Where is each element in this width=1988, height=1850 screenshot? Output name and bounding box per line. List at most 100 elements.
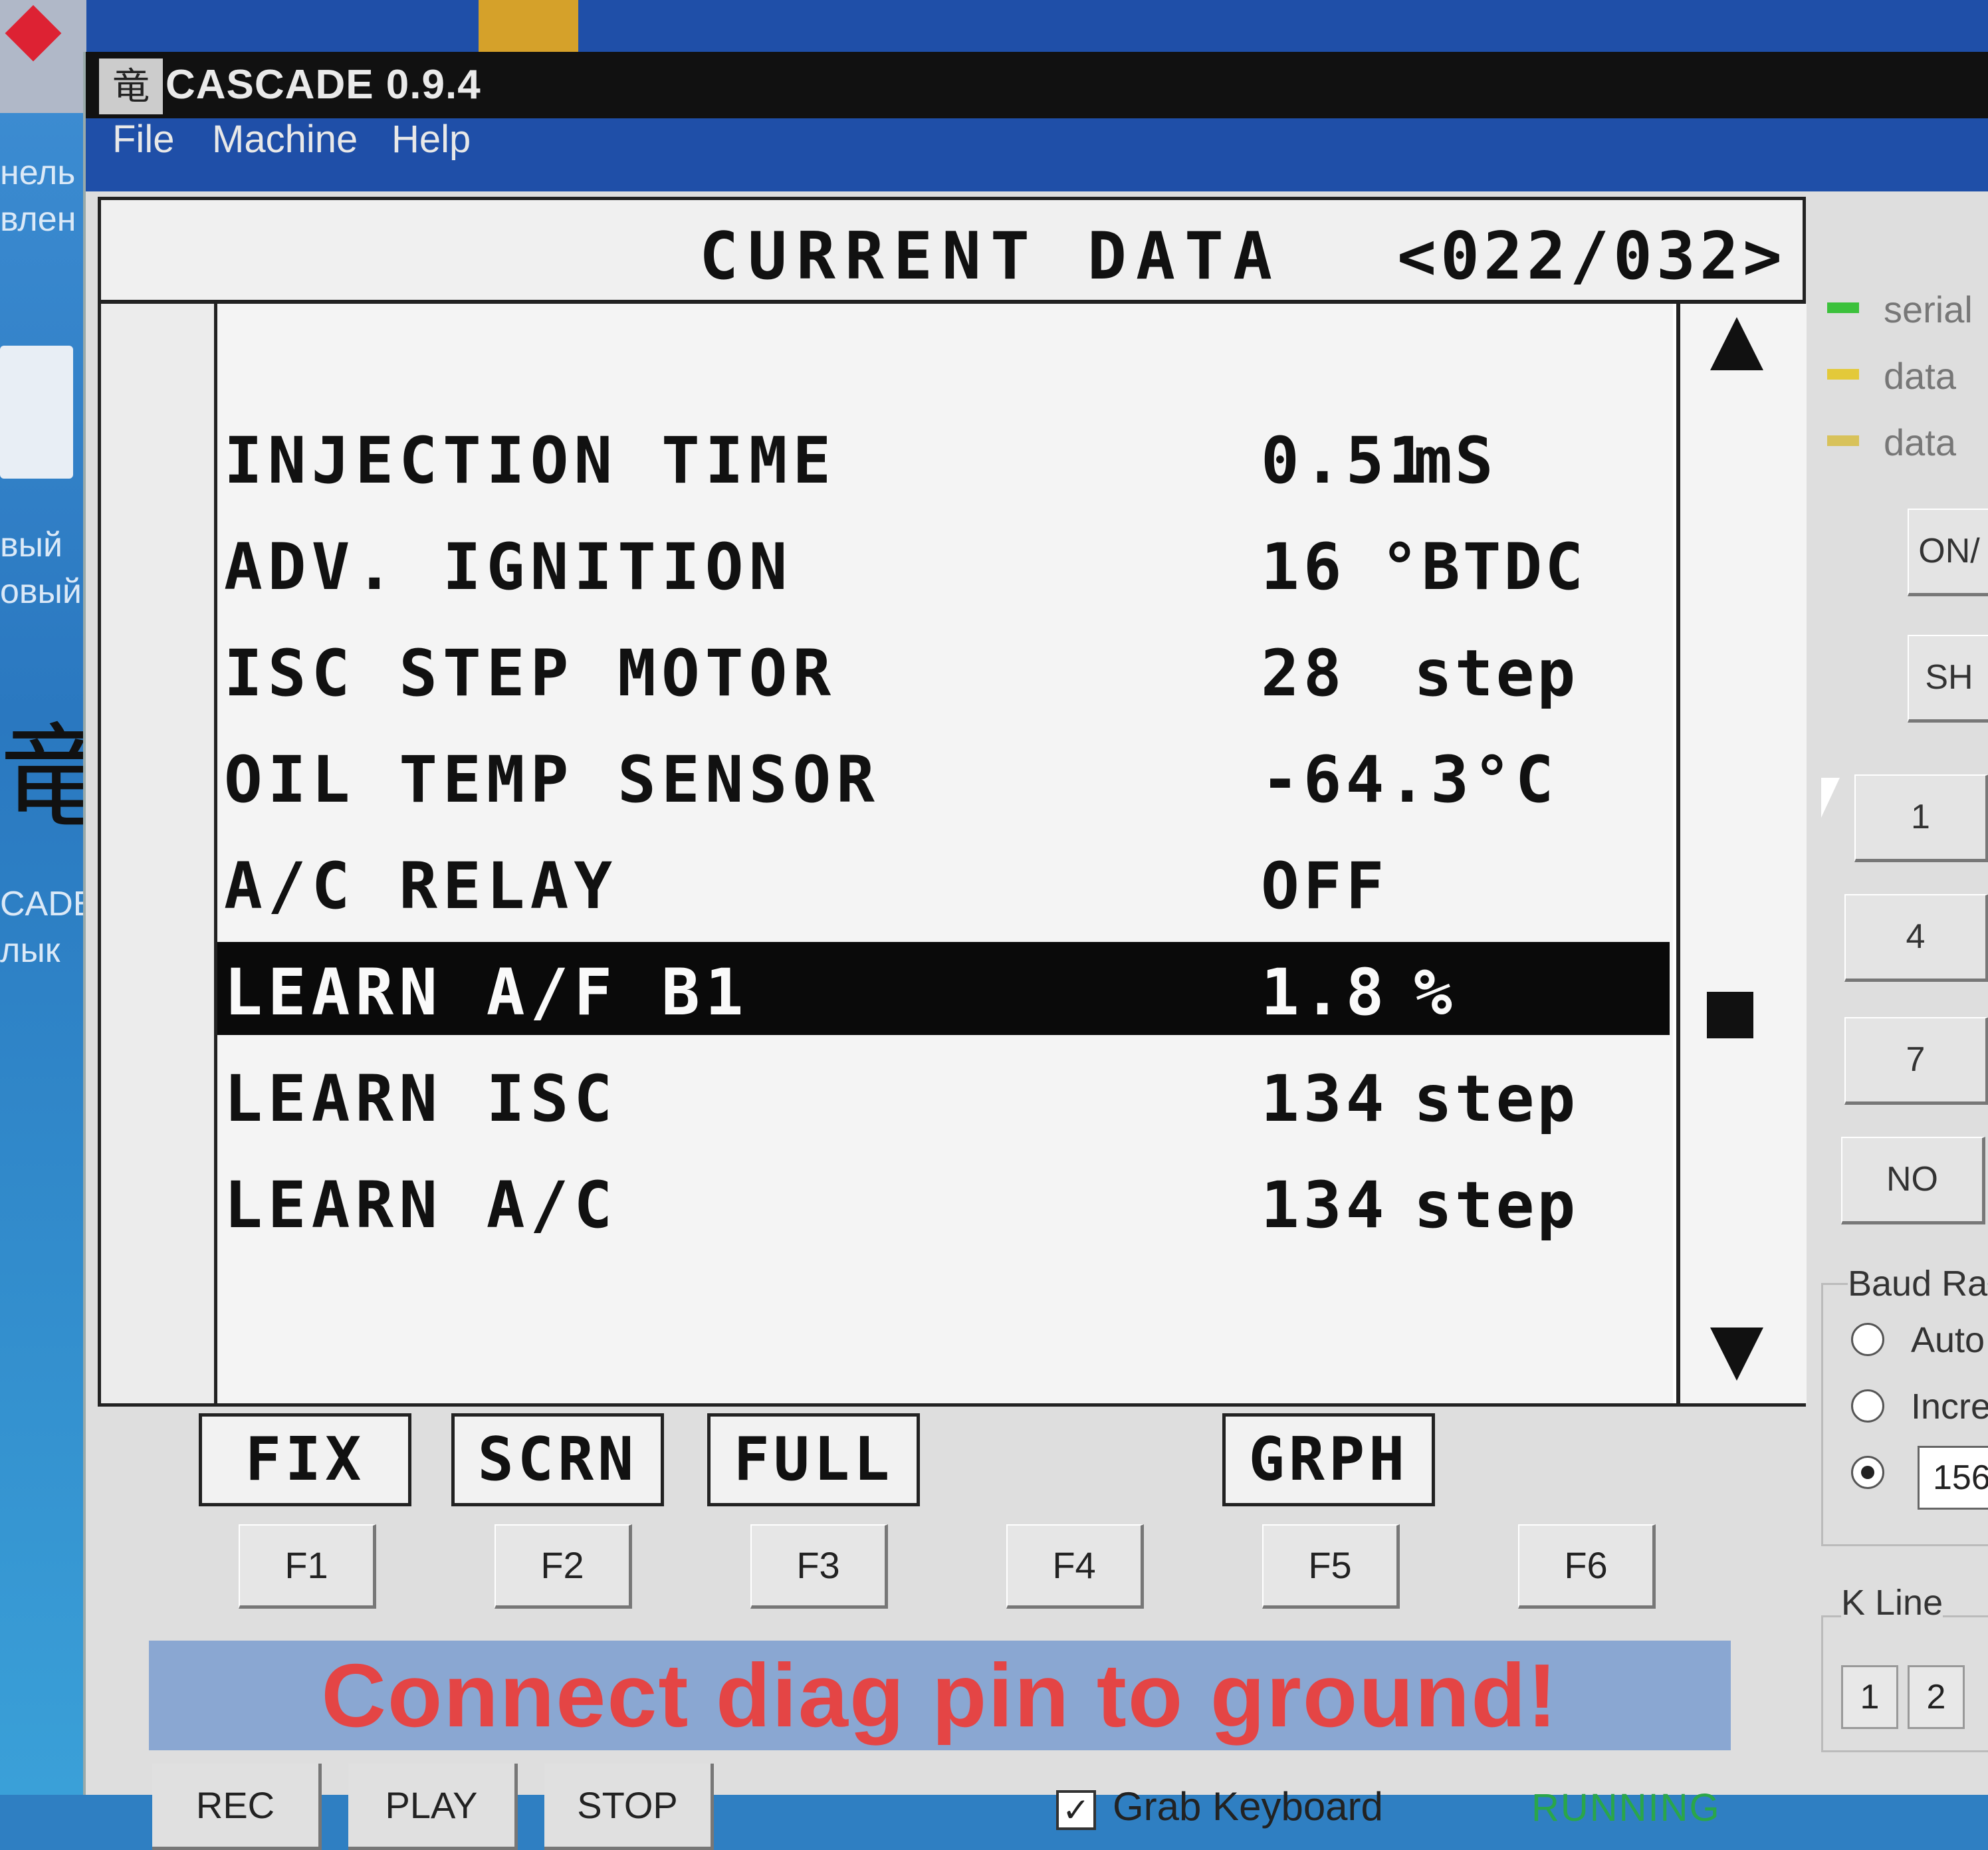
cascade-window: 竜 CASCADE 0.9.4 File Machine Help CURREN… [83, 52, 1988, 1850]
menu-machine[interactable]: Machine [212, 117, 358, 162]
baud-rate-input[interactable]: 156 [1918, 1446, 1988, 1510]
row-unit: step [1414, 636, 1579, 711]
keypad-4-button[interactable]: 4 [1844, 894, 1988, 982]
cascade-app-icon[interactable]: 竜 [0, 705, 113, 851]
lcd-screen: CURRENT DATA <022/032> INJECTION TIME 0.… [98, 197, 1807, 1407]
baud-incre-radio[interactable] [1851, 1389, 1884, 1423]
running-status: RUNNING [1531, 1786, 1721, 1829]
screen-header: CURRENT DATA <022/032> [101, 200, 1803, 304]
f1-button[interactable]: F1 [239, 1524, 376, 1609]
row-label: LEARN ISC [224, 1062, 618, 1136]
soft-label-scrn: SCRN [451, 1413, 664, 1506]
keypad-1-button[interactable]: 1 [1854, 774, 1988, 862]
shift-button[interactable]: SH [1908, 635, 1988, 723]
desktop-icon-corner[interactable] [0, 0, 86, 113]
row-value: 16 [1261, 530, 1346, 604]
baud-custom-radio[interactable] [1851, 1456, 1884, 1489]
screen-left-margin [101, 304, 217, 1403]
menu-help[interactable]: Help [391, 117, 471, 162]
scroll-thumb[interactable] [1707, 992, 1753, 1038]
row-value: OFF [1261, 849, 1388, 923]
scroll-up-arrow-icon[interactable] [1710, 317, 1763, 370]
stop-button[interactable]: STOP [544, 1764, 714, 1850]
row-value: 1.8 [1261, 955, 1388, 1030]
indicator-label: serial [1884, 289, 1973, 330]
row-value: 28 [1261, 636, 1346, 711]
soft-label-full: FULL [707, 1413, 920, 1506]
desktop-label: нель [0, 154, 76, 192]
row-unit: °BTDC [1381, 530, 1586, 604]
row-unit: mS [1414, 423, 1496, 498]
row-label: INJECTION TIME [224, 423, 837, 498]
row-value: 0.51 [1261, 423, 1431, 498]
led-icon [1827, 435, 1859, 446]
data-row[interactable]: LEARN A/C 134 step [217, 1155, 1670, 1248]
row-value: -64.3°C [1261, 743, 1558, 817]
desktop-label: вый [0, 526, 63, 564]
page-indicator: <022/032> [1397, 219, 1787, 294]
row-unit: % [1414, 955, 1455, 1030]
data-row[interactable]: A/C RELAY OFF [217, 836, 1670, 929]
right-control-panel: serial data data [1814, 205, 1988, 1793]
play-button[interactable]: PLAY [348, 1764, 518, 1850]
app-icon: 竜 [99, 58, 163, 114]
lcd-scrollbar[interactable] [1676, 304, 1807, 1403]
baud-incre-label: Incre [1911, 1387, 1988, 1427]
f5-button[interactable]: F5 [1262, 1524, 1400, 1609]
desktop-file-icon[interactable] [0, 346, 73, 479]
data-row-selected[interactable]: LEARN A/F B1 1.8 % [217, 942, 1670, 1035]
title-bar[interactable]: 竜 CASCADE 0.9.4 [86, 52, 1988, 118]
row-unit: step [1414, 1168, 1579, 1242]
data-list: INJECTION TIME 0.51 mS ADV. IGNITION 16 … [217, 304, 1673, 1403]
row-label: ISC STEP MOTOR [224, 636, 837, 711]
grab-keyboard-label: Grab Keyboard [1113, 1784, 1383, 1829]
status-bar: Connect diag pin to ground! [149, 1641, 1731, 1750]
baud-auto-radio[interactable] [1851, 1323, 1884, 1356]
desktop-label: овый [0, 572, 82, 611]
soft-label-grph: GRPH [1222, 1413, 1435, 1506]
indicator-label: data [1884, 355, 1956, 397]
desktop-top-strip [0, 0, 1988, 53]
led-icon [1827, 369, 1859, 380]
k-line-2-button[interactable]: 2 [1908, 1665, 1965, 1729]
row-value: 134 [1261, 1062, 1388, 1136]
grab-keyboard-checkbox[interactable]: ✓ [1056, 1790, 1096, 1830]
keypad-7-button[interactable]: 7 [1844, 1017, 1988, 1105]
row-label: OIL TEMP SENSOR [224, 743, 880, 817]
k-line-label: K Line [1841, 1582, 1943, 1623]
mouse-cursor-icon [1821, 778, 1840, 818]
data-row[interactable]: ISC STEP MOTOR 28 step [217, 623, 1670, 716]
f4-button[interactable]: F4 [1006, 1524, 1144, 1609]
scroll-down-arrow-icon[interactable] [1710, 1328, 1763, 1381]
f3-button[interactable]: F3 [750, 1524, 888, 1609]
menu-file[interactable]: File [112, 117, 174, 162]
status-message: Connect diag pin to ground! [321, 1645, 1559, 1746]
data-row[interactable]: OIL TEMP SENSOR -64.3°C [217, 729, 1670, 822]
desktop-background: нель влен вый овый 竜 CADE лык [0, 0, 113, 1795]
f2-button[interactable]: F2 [495, 1524, 632, 1609]
baud-rate-label: Baud Ra [1848, 1263, 1988, 1304]
window-title: CASCADE 0.9.4 [166, 62, 481, 108]
data-row[interactable]: INJECTION TIME 0.51 mS [217, 410, 1670, 503]
row-label: ADV. IGNITION [224, 530, 793, 604]
row-label: LEARN A/F B1 [224, 955, 749, 1030]
data-row[interactable]: ADV. IGNITION 16 °BTDC [217, 517, 1670, 610]
k-line-1-button[interactable]: 1 [1841, 1665, 1898, 1729]
rec-button[interactable]: REC [152, 1764, 322, 1850]
no-button[interactable]: NO [1841, 1137, 1985, 1224]
soft-label-fix: FIX [199, 1413, 411, 1506]
desktop-label: влен [0, 200, 76, 239]
desktop-label: лык [0, 931, 60, 970]
on-button[interactable]: ON/ [1908, 509, 1988, 596]
row-unit: step [1414, 1062, 1579, 1136]
f6-button[interactable]: F6 [1518, 1524, 1656, 1609]
baud-auto-label: Auto [1911, 1320, 1985, 1360]
screen-title: CURRENT DATA [699, 219, 1282, 294]
row-value: 134 [1261, 1168, 1388, 1242]
led-icon [1827, 302, 1859, 313]
desktop-label: CADE [0, 885, 96, 923]
indicator-label: data [1884, 421, 1956, 463]
menu-bar [86, 118, 1988, 191]
row-label: LEARN A/C [224, 1168, 618, 1242]
data-row[interactable]: LEARN ISC 134 step [217, 1048, 1670, 1141]
